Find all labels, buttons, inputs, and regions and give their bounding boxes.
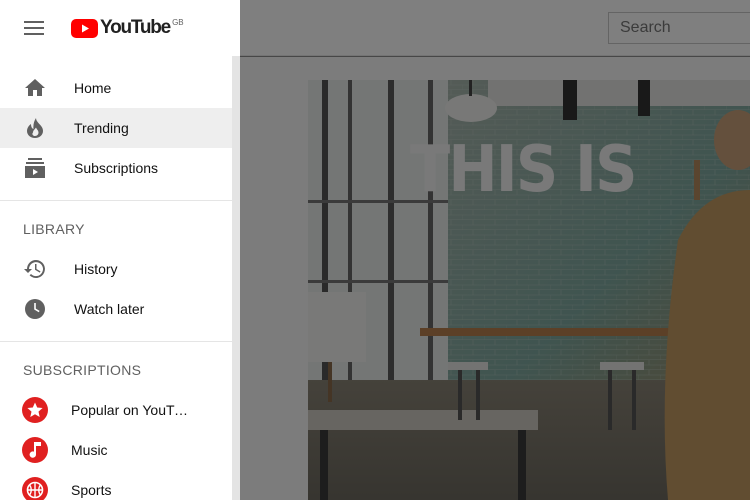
library-section: LIBRARY History Watch later	[0, 201, 240, 342]
drawer-content: Home Trending Subscriptions LIBRARY Hist…	[0, 56, 240, 500]
sidebar-item-subscriptions[interactable]: Subscriptions	[0, 148, 232, 188]
sidebar-item-label: Trending	[74, 120, 129, 136]
sidebar-item-label: Home	[74, 80, 112, 96]
sidebar-item-label: Watch later	[74, 301, 145, 317]
guide-drawer: YouTube GB Home Trending Subscriptions L…	[0, 0, 240, 500]
main-section: Home Trending Subscriptions	[0, 56, 240, 201]
trending-flame-icon	[24, 117, 46, 139]
star-icon	[22, 397, 48, 423]
subscriptions-icon	[24, 157, 46, 179]
scrollbar-thumb[interactable]	[232, 56, 240, 500]
subscription-label: Popular on YouTube	[71, 402, 189, 418]
drawer-scrollbar[interactable]	[232, 56, 240, 500]
sidebar-item-home[interactable]: Home	[0, 68, 232, 108]
history-icon	[24, 258, 46, 280]
sidebar-item-watch-later[interactable]: Watch later	[0, 289, 232, 329]
subscription-item-music[interactable]: Music	[0, 430, 232, 470]
drawer-header: YouTube GB	[0, 0, 240, 56]
youtube-play-logo-icon	[71, 18, 98, 38]
sidebar-item-trending[interactable]: Trending	[0, 108, 232, 148]
subscription-item-popular[interactable]: Popular on YouTube	[0, 390, 232, 430]
youtube-logo[interactable]: YouTube GB	[71, 17, 184, 39]
subscription-label: Sports	[71, 482, 112, 498]
home-icon	[24, 77, 46, 99]
subscription-item-sports[interactable]: Sports	[0, 470, 232, 500]
subscription-label: Music	[71, 442, 108, 458]
region-code: GB	[172, 17, 184, 27]
logo-wordmark: YouTube	[100, 17, 171, 38]
sidebar-item-history[interactable]: History	[0, 249, 232, 289]
library-section-title: LIBRARY	[23, 221, 85, 237]
sidebar-item-label: History	[74, 261, 118, 277]
sidebar-item-label: Subscriptions	[74, 160, 159, 176]
hamburger-menu-icon[interactable]	[24, 17, 46, 39]
subscriptions-section: SUBSCRIPTIONS Popular on YouTube Music S…	[0, 342, 240, 500]
subscriptions-section-title: SUBSCRIPTIONS	[23, 362, 142, 378]
basketball-icon	[22, 477, 48, 500]
music-note-icon	[22, 437, 48, 463]
clock-icon	[24, 298, 46, 320]
